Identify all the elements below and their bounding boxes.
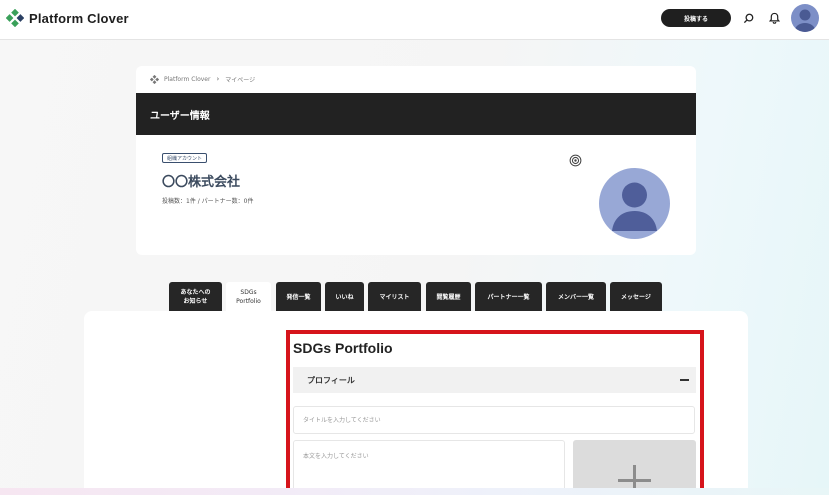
settings-icon[interactable]	[569, 152, 582, 167]
profile-avatar	[599, 168, 670, 239]
bell-icon[interactable]	[765, 9, 783, 27]
logo[interactable]: Platform Clover	[6, 9, 129, 27]
breadcrumb-home[interactable]: Platform Clover	[164, 76, 210, 83]
user-avatar[interactable]	[791, 4, 819, 32]
tab-messages[interactable]: メッセージ	[610, 282, 662, 312]
clover-logo-icon	[150, 74, 159, 84]
search-icon[interactable]	[739, 9, 757, 27]
tab-history[interactable]: 閲覧履歴	[426, 282, 471, 312]
tab-members[interactable]: メンバー一覧	[546, 282, 606, 312]
user-info-card: Platform Clover › マイページ ユーザー情報 組織アカウント 〇…	[136, 66, 696, 255]
tab-notifications[interactable]: あなたへの お知らせ	[169, 282, 222, 312]
company-name: 〇〇株式会社	[162, 175, 241, 190]
tab-mylist[interactable]: マイリスト	[368, 282, 421, 312]
breadcrumb-current: マイページ	[225, 76, 256, 84]
tab-likes[interactable]: いいね	[325, 282, 364, 312]
tab-sdgs-portfolio[interactable]: SDGs Portfolio	[226, 282, 271, 312]
user-info-heading: ユーザー情報	[136, 93, 696, 135]
highlight-box	[286, 330, 704, 494]
clover-logo-icon	[6, 9, 24, 27]
tab-posts[interactable]: 発信一覧	[276, 282, 321, 312]
account-type-badge: 組織アカウント	[162, 153, 208, 163]
tab-partners[interactable]: パートナー一覧	[475, 282, 542, 312]
site-header: Platform Clover 投稿する	[0, 0, 829, 40]
breadcrumb: Platform Clover › マイページ	[150, 74, 255, 84]
bottom-gradient	[0, 488, 829, 495]
user-stats: 投稿数：1件 / パートナー数：0件	[162, 198, 254, 205]
post-button[interactable]: 投稿する	[661, 9, 731, 27]
chevron-right-icon: ›	[216, 75, 220, 83]
logo-text: Platform Clover	[29, 10, 129, 26]
